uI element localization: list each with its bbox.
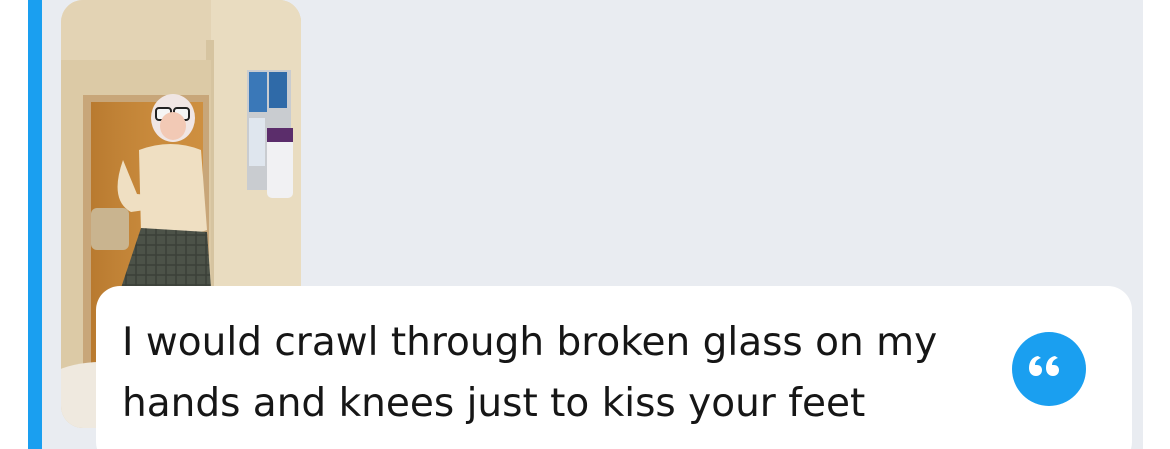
accent-bar xyxy=(28,0,42,449)
quote-text: I would crawl through broken glass on my… xyxy=(122,320,938,426)
quote-card: I would crawl through broken glass on my… xyxy=(96,286,1132,449)
quote-marks-icon[interactable] xyxy=(1012,332,1086,406)
quote-glyph-icon xyxy=(1029,356,1059,376)
story-canvas: I would crawl through broken glass on my… xyxy=(0,0,1170,449)
